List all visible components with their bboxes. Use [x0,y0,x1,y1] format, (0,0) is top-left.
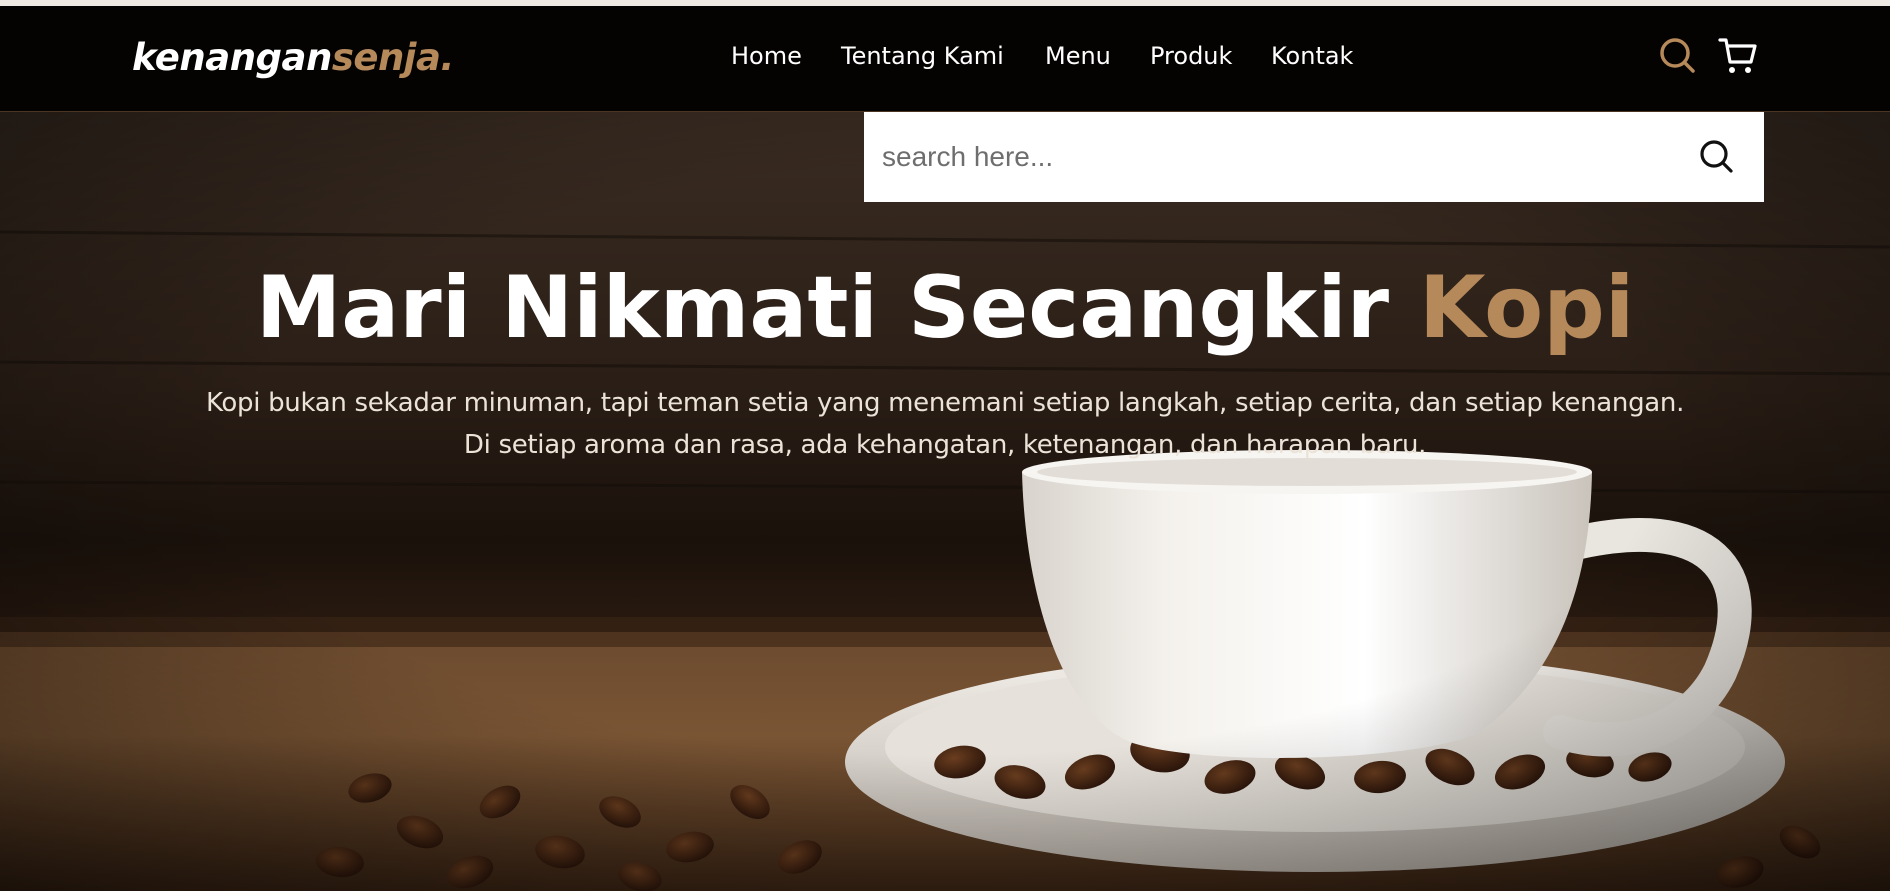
hero-subtitle: Kopi bukan sekadar minuman, tapi teman s… [0,382,1890,466]
landing-page: kenangansenja. Home Tentang Kami Menu Pr… [0,0,1890,891]
hero-title-accent: Kopi [1419,258,1635,358]
nav-links: Home Tentang Kami Menu Produk Kontak [0,42,1890,82]
navbar: kenangansenja. Home Tentang Kami Menu Pr… [0,6,1890,112]
hero-section [0,112,1890,891]
nav-link-tentang-kami[interactable]: Tentang Kami [841,42,1004,70]
search-input[interactable] [882,134,1662,180]
hero-title-main: Mari Nikmati Secangkir [255,258,1420,358]
nav-link-kontak[interactable]: Kontak [1271,42,1353,70]
search-form [864,112,1764,202]
nav-link-home[interactable]: Home [731,42,802,70]
hero-title: Mari Nikmati Secangkir Kopi [0,258,1890,358]
nav-link-produk[interactable]: Produk [1150,42,1232,70]
cart-icon[interactable] [1716,34,1760,78]
search-submit-icon[interactable] [1696,136,1738,178]
hero-subtitle-line-1: Kopi bukan sekadar minuman, tapi teman s… [205,388,1685,418]
search-icon[interactable] [1656,34,1700,78]
nav-link-menu[interactable]: Menu [1045,42,1111,70]
hero-background-image [0,112,1890,891]
hero-subtitle-line-2: Di setiap aroma dan rasa, ada kehangatan… [463,430,1427,460]
